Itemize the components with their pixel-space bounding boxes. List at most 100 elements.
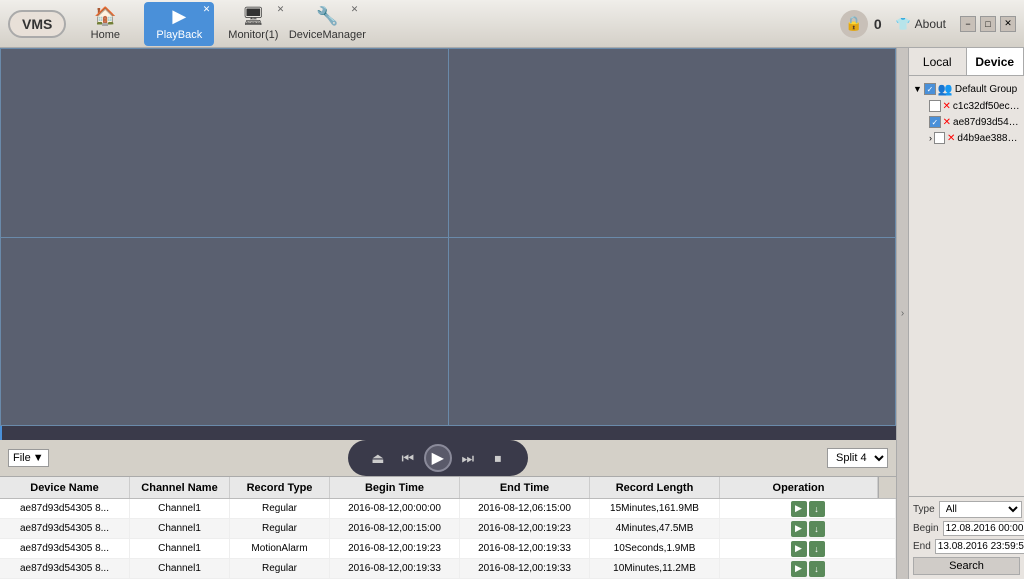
cell-operation[interactable]: ▶ ↓ [720, 559, 896, 578]
video-cell-2 [449, 49, 897, 238]
collapse-handle[interactable]: › [896, 48, 908, 579]
end-label: End [913, 541, 931, 552]
begin-input[interactable] [943, 521, 1024, 536]
file-dropdown[interactable]: File ▼ [8, 449, 49, 467]
op-play-icon[interactable]: ▶ [791, 541, 807, 557]
group-arrow[interactable]: ▼ [913, 84, 922, 94]
begin-row: Begin [913, 521, 1020, 536]
table-rows: ae87d93d54305 8... Channel1 Regular 2016… [0, 499, 896, 579]
eject-button[interactable]: ⏏ [364, 444, 392, 472]
next-button[interactable]: ⏭ [454, 444, 482, 472]
cell-channel: Channel1 [130, 499, 230, 518]
tab-device[interactable]: Device [967, 48, 1024, 75]
item3-error-icon: ✕ [947, 133, 955, 144]
table-row[interactable]: ae87d93d54305 8... Channel1 Regular 2016… [0, 559, 896, 579]
group-icon: 👥 [938, 82, 953, 96]
play-button[interactable]: ▶ [424, 444, 452, 472]
controls-bar: File ▼ ⏏ ⏮ ▶ ⏭ ⏹ Split 4 Split 1 Split 9 [0, 440, 896, 476]
title-bar: VMS 🏠 Home ✕ ▶ PlayBack ✕ 🖥 Monitor(1) ✕… [0, 0, 1024, 48]
playback-icon: ▶ [172, 6, 186, 27]
table-row[interactable]: ae87d93d54305 8... Channel1 MotionAlarm … [0, 539, 896, 559]
about-button[interactable]: 👕 About [886, 13, 956, 35]
search-button[interactable]: Search [913, 557, 1020, 575]
close-playback-icon[interactable]: ✕ [203, 4, 211, 15]
tab-local[interactable]: Local [909, 48, 967, 75]
type-row: Type All Regular MotionAlarm [913, 501, 1020, 518]
tree-group-default: ▼ ✓ 👥 Default Group [913, 80, 1020, 98]
table-row[interactable]: ae87d93d54305 8... Channel1 Regular 2016… [0, 499, 896, 519]
op-dl-icon[interactable]: ↓ [809, 541, 825, 557]
type-select[interactable]: All Regular MotionAlarm [939, 501, 1022, 518]
close-monitor-icon[interactable]: ✕ [277, 4, 285, 15]
cell-length: 4Minutes,47.5MB [590, 519, 720, 538]
close-device-icon[interactable]: ✕ [351, 4, 359, 15]
minimize-button[interactable]: − [960, 16, 976, 32]
item1-label: c1c32df50ec7... [953, 101, 1020, 112]
video-cell-4 [449, 238, 897, 427]
file-label: File [13, 452, 31, 464]
close-button[interactable]: ✕ [1000, 16, 1016, 32]
nav-playback[interactable]: ✕ ▶ PlayBack [144, 2, 214, 46]
type-label: Type [913, 504, 935, 515]
nav-playback-label: PlayBack [156, 29, 202, 41]
device-tree: ▼ ✓ 👥 Default Group ✕ c1c32df50ec7... ✓ … [909, 76, 1024, 496]
cell-end: 2016-08-12,00:19:33 [460, 539, 590, 558]
nav-device-manager[interactable]: ✕ 🔧 DeviceManager [292, 2, 362, 46]
cell-type: Regular [230, 499, 330, 518]
cell-begin: 2016-08-12,00:19:33 [330, 559, 460, 578]
nav-monitor[interactable]: ✕ 🖥 Monitor(1) [218, 2, 288, 46]
cell-type: Regular [230, 559, 330, 578]
cell-type: Regular [230, 519, 330, 538]
cell-operation[interactable]: ▶ ↓ [720, 499, 896, 518]
prev-button[interactable]: ⏮ [394, 444, 422, 472]
col-end-time: End Time [460, 477, 590, 498]
split-select[interactable]: Split 4 Split 1 Split 9 [827, 448, 888, 468]
cell-length: 10Seconds,1.9MB [590, 539, 720, 558]
end-input[interactable] [935, 539, 1024, 554]
timeline-bar[interactable] [0, 426, 896, 440]
cell-length: 10Minutes,11.2MB [590, 559, 720, 578]
op-dl-icon[interactable]: ↓ [809, 501, 825, 517]
nav-home[interactable]: 🏠 Home [70, 2, 140, 46]
cell-begin: 2016-08-12,00:00:00 [330, 499, 460, 518]
item3-arrow[interactable]: › [929, 133, 932, 143]
lock-icon[interactable]: 🔒 [840, 10, 868, 38]
op-dl-icon[interactable]: ↓ [809, 561, 825, 577]
cell-device: ae87d93d54305 8... [0, 499, 130, 518]
op-dl-icon[interactable]: ↓ [809, 521, 825, 537]
table-row[interactable]: ae87d93d54305 8... Channel1 Regular 2016… [0, 519, 896, 539]
item3-checkbox[interactable] [934, 132, 945, 144]
col-begin-time: Begin Time [330, 477, 460, 498]
item2-checkbox[interactable]: ✓ [929, 116, 941, 128]
col-record-type: Record Type [230, 477, 330, 498]
file-select[interactable]: File ▼ [8, 449, 49, 467]
restore-button[interactable]: □ [980, 16, 996, 32]
alert-count: 0 [874, 16, 882, 32]
tree-item-2: ✓ ✕ ae87d93d543... [913, 114, 1020, 130]
cell-operation[interactable]: ▶ ↓ [720, 519, 896, 538]
device-manager-icon: 🔧 [316, 6, 338, 27]
group-checkbox[interactable]: ✓ [924, 83, 936, 95]
col-channel-name: Channel Name [130, 477, 230, 498]
nav-device-label: DeviceManager [289, 29, 366, 41]
split-dropdown[interactable]: Split 4 Split 1 Split 9 [827, 448, 888, 468]
cell-device: ae87d93d54305 8... [0, 539, 130, 558]
shirt-icon: 👕 [896, 17, 911, 31]
stop-button[interactable]: ⏹ [484, 444, 512, 472]
item1-checkbox[interactable] [929, 100, 941, 112]
table-scrollbar[interactable] [878, 477, 896, 498]
cell-operation[interactable]: ▶ ↓ [720, 539, 896, 558]
lock-area: 🔒 0 [840, 10, 882, 38]
op-play-icon[interactable]: ▶ [791, 521, 807, 537]
app-logo: VMS [8, 10, 66, 38]
nav-home-label: Home [91, 29, 120, 41]
table-section: Device Name Channel Name Record Type Beg… [0, 476, 896, 579]
search-panel: Type All Regular MotionAlarm Begin End S… [909, 496, 1024, 579]
item1-error-icon: ✕ [943, 101, 951, 112]
cell-type: MotionAlarm [230, 539, 330, 558]
op-play-icon[interactable]: ▶ [791, 501, 807, 517]
col-record-length: Record Length [590, 477, 720, 498]
op-play-icon[interactable]: ▶ [791, 561, 807, 577]
cell-length: 15Minutes,161.9MB [590, 499, 720, 518]
col-operation: Operation [720, 477, 878, 498]
